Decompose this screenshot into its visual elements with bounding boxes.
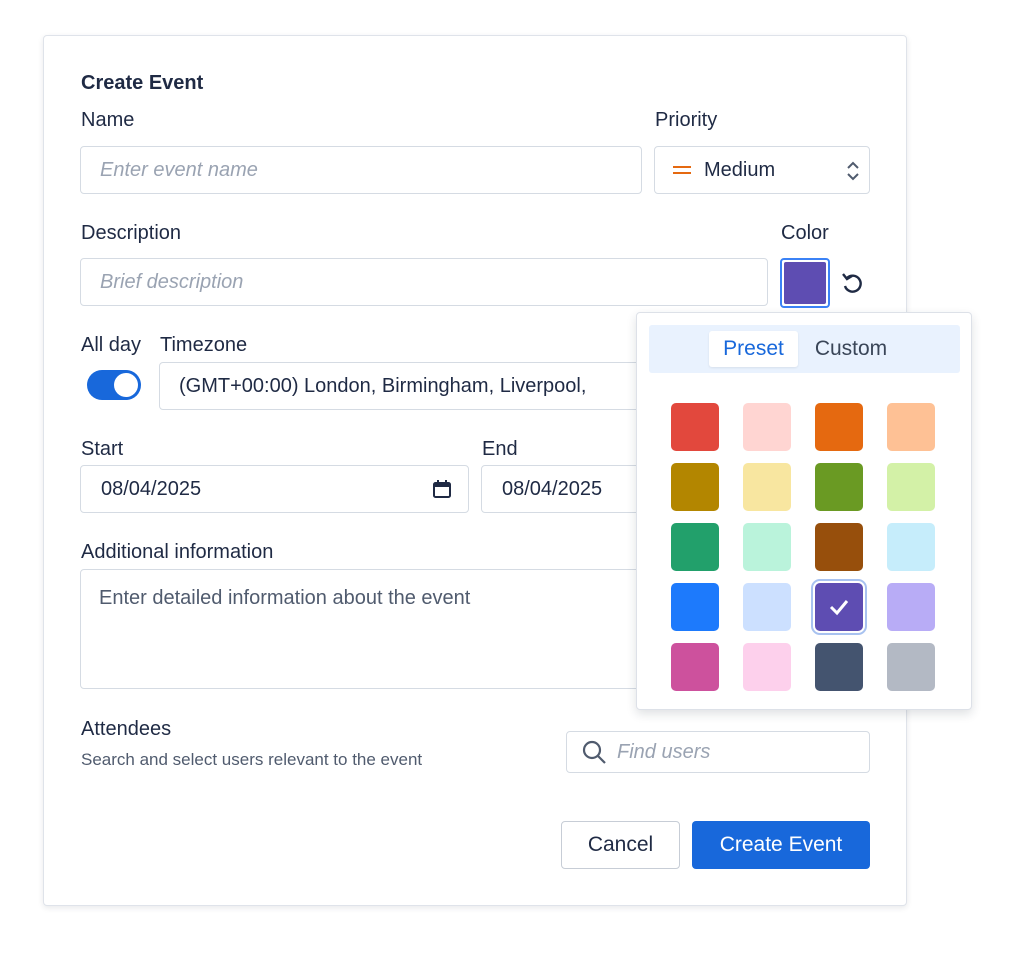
color-swatch[interactable] <box>887 583 935 631</box>
all-day-label: All day <box>81 334 142 356</box>
create-event-button[interactable]: Create Event <box>692 821 870 869</box>
color-swatch[interactable] <box>815 643 863 691</box>
color-swatch[interactable] <box>671 583 719 631</box>
color-swatch[interactable] <box>887 463 935 511</box>
toggle-knob <box>114 373 138 397</box>
description-label: Description <box>81 222 182 244</box>
color-swatch[interactable] <box>815 523 863 571</box>
checkmark-icon <box>815 583 863 631</box>
color-swatch-button[interactable] <box>780 258 830 308</box>
find-users-input[interactable]: Find users <box>566 731 870 773</box>
color-swatch[interactable] <box>743 583 791 631</box>
start-date-value: 08/04/2025 <box>101 477 202 500</box>
description-input[interactable] <box>80 258 768 306</box>
start-label: Start <box>81 438 124 460</box>
color-swatch[interactable] <box>815 403 863 451</box>
color-swatch-grid <box>671 403 935 691</box>
color-swatch[interactable] <box>671 403 719 451</box>
chevron-up-down-icon <box>845 160 861 188</box>
tab-preset[interactable]: Preset <box>709 331 798 367</box>
dialog-title: Create Event <box>81 72 204 94</box>
find-users-placeholder: Find users <box>617 740 711 763</box>
priority-select[interactable]: Medium <box>654 146 870 194</box>
color-swatch[interactable] <box>671 523 719 571</box>
color-swatch[interactable] <box>671 463 719 511</box>
color-swatch[interactable] <box>887 403 935 451</box>
tab-custom[interactable]: Custom <box>801 331 901 367</box>
additional-info-placeholder: Enter detailed information about the eve… <box>99 587 471 609</box>
all-day-toggle[interactable] <box>87 370 141 400</box>
name-label: Name <box>81 109 135 131</box>
color-swatch[interactable] <box>743 463 791 511</box>
selected-color-preview <box>784 262 826 304</box>
undo-icon[interactable] <box>839 270 865 301</box>
equals-icon <box>673 166 691 174</box>
additional-info-label: Additional information <box>81 541 274 563</box>
end-date-value: 08/04/2025 <box>502 477 603 500</box>
cancel-button[interactable]: Cancel <box>561 821 680 869</box>
event-name-input[interactable] <box>80 146 642 194</box>
color-swatch[interactable] <box>671 643 719 691</box>
color-swatch[interactable] <box>887 643 935 691</box>
end-label: End <box>482 438 518 460</box>
end-date-input[interactable]: 08/04/2025 <box>481 465 661 513</box>
search-icon <box>581 739 607 765</box>
additional-info-textarea[interactable]: Enter detailed information about the eve… <box>80 569 660 689</box>
color-swatch[interactable] <box>743 523 791 571</box>
color-label: Color <box>781 222 829 244</box>
priority-value: Medium <box>704 158 776 181</box>
color-swatch[interactable] <box>811 579 867 635</box>
attendees-helper-text: Search and select users relevant to the … <box>81 750 423 769</box>
timezone-label: Timezone <box>160 334 248 356</box>
color-swatch[interactable] <box>887 523 935 571</box>
timezone-value: (GMT+00:00) London, Birmingham, Liverpoo… <box>179 374 587 397</box>
color-swatch[interactable] <box>743 403 791 451</box>
priority-label: Priority <box>655 109 718 131</box>
color-swatch[interactable] <box>815 463 863 511</box>
color-picker-popover: Preset Custom <box>636 312 972 710</box>
color-mode-tabs: Preset Custom <box>649 325 960 373</box>
start-date-input[interactable]: 08/04/2025 <box>80 465 469 513</box>
calendar-icon[interactable] <box>432 479 452 505</box>
color-swatch[interactable] <box>743 643 791 691</box>
attendees-label: Attendees <box>81 718 172 740</box>
timezone-select[interactable]: (GMT+00:00) London, Birmingham, Liverpoo… <box>159 362 659 410</box>
